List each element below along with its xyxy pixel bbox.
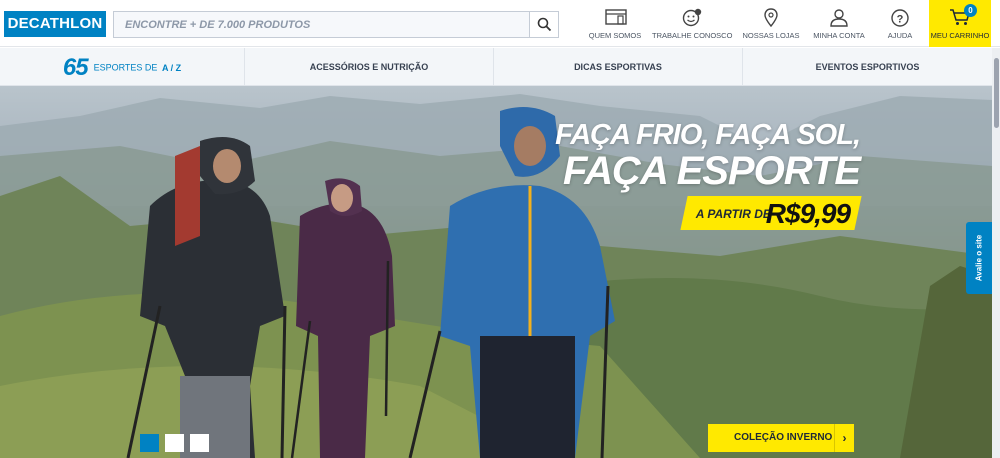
carousel-dot-1[interactable] [140, 434, 159, 452]
search-input[interactable] [114, 12, 530, 37]
search-button[interactable] [529, 12, 558, 37]
price-tag: A PARTIR DE R$9,99 [680, 196, 862, 230]
nav-ajuda[interactable]: ? AJUDA [878, 0, 922, 47]
nav-label: MINHA CONTA [813, 31, 865, 40]
sports-label: ESPORTES DE [93, 62, 158, 73]
hero-headline: FAÇA FRIO, FAÇA SOL, FAÇA ESPORTE [555, 119, 861, 193]
help-icon: ? [891, 9, 909, 27]
nav-label: QUEM SOMOS [588, 31, 642, 40]
cart-label: MEU CARRINHO [930, 31, 990, 40]
feedback-tab-label: Avalie o site [974, 234, 984, 282]
map-pin-icon [764, 8, 778, 28]
hero-line-2: FAÇA ESPORTE [563, 149, 861, 193]
category-acessorios-nutricao[interactable]: ACESSÓRIOS E NUTRIÇÃO [245, 48, 494, 86]
nav-minha-conta[interactable]: MINHA CONTA [810, 0, 868, 47]
carousel-dot-3[interactable] [190, 434, 209, 452]
hero-line-1: FAÇA FRIO, FAÇA SOL, [555, 119, 861, 151]
nav-label: AJUDA [887, 31, 913, 40]
storefront-icon [605, 9, 627, 25]
scrollbar-thumb[interactable] [994, 58, 999, 128]
search-bar [113, 11, 559, 38]
hero-banner[interactable]: FAÇA FRIO, FAÇA SOL, FAÇA ESPORTE A PART… [0, 86, 992, 458]
cart-count-badge: 0 [964, 4, 977, 17]
sports-az-label: A / Z [161, 62, 182, 73]
decathlon-logo[interactable]: DECATHLON [4, 11, 106, 37]
colecao-inverno-button[interactable]: COLEÇÃO INVERNO › [708, 424, 854, 452]
category-sports-az[interactable]: 65 ESPORTES DE A / Z [0, 48, 245, 86]
category-dicas-esportivas[interactable]: DICAS ESPORTIVAS [494, 48, 743, 86]
nav-quem-somos[interactable]: QUEM SOMOS [584, 0, 646, 47]
svg-text:?: ? [897, 14, 904, 26]
nav-label: TRABALHE CONOSCO [652, 31, 733, 40]
cart-button[interactable]: 0 MEU CARRINHO [929, 0, 991, 47]
category-eventos-esportivos[interactable]: EVENTOS ESPORTIVOS [743, 48, 992, 86]
price-value: R$9,99 [765, 198, 851, 229]
sports-count: 65 [62, 53, 89, 81]
nav-trabalhe-conosco[interactable]: TRABALHE CONOSCO [652, 0, 733, 47]
category-label: EVENTOS ESPORTIVOS [815, 62, 920, 72]
category-bar: 65 ESPORTES DE A / Z ACESSÓRIOS E NUTRIÇÃ… [0, 48, 992, 86]
category-label: DICAS ESPORTIVAS [574, 62, 662, 72]
carousel-dot-2[interactable] [165, 434, 184, 452]
nav-nossas-lojas[interactable]: NOSSAS LOJAS [740, 0, 802, 47]
chevron-right-icon: › [834, 424, 854, 452]
category-label: ACESSÓRIOS E NUTRIÇÃO [309, 62, 429, 72]
nav-label: NOSSAS LOJAS [742, 31, 800, 40]
cta-label: COLEÇÃO INVERNO [734, 432, 833, 443]
search-icon [537, 17, 552, 32]
feedback-tab[interactable]: Avalie o site [966, 222, 992, 294]
top-header: DECATHLON QUEM SOMOS TRA [0, 0, 1000, 47]
user-icon [830, 9, 848, 27]
price-prefix: A PARTIR DE [695, 207, 771, 221]
smiley-icon [682, 8, 702, 27]
